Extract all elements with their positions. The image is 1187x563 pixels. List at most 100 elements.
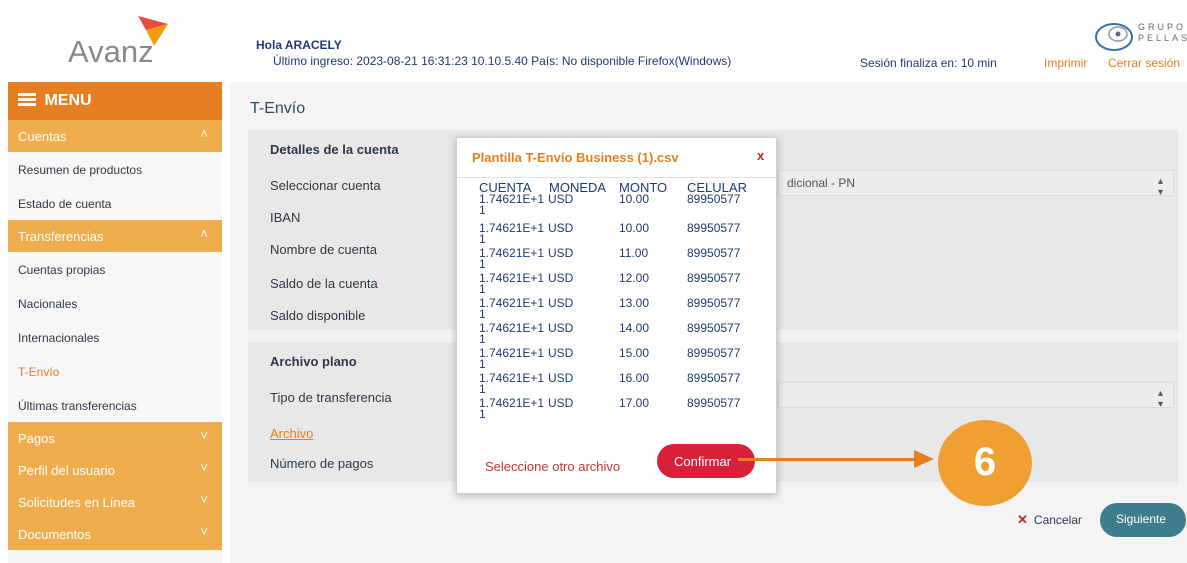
next-button[interactable]: Siguiente bbox=[1100, 503, 1186, 537]
hamburger-icon bbox=[18, 93, 36, 106]
sidebar-item-ultimas[interactable]: Últimas transferencias bbox=[8, 388, 222, 422]
modal-title: Plantilla T-Envío Business (1).csv bbox=[472, 150, 679, 165]
csv-cell-account-suffix: 1 bbox=[479, 232, 486, 246]
grupo-pellas-icon bbox=[1095, 23, 1133, 51]
csv-cell-amount: 12.00 bbox=[619, 271, 650, 285]
annotation-arrow-head-icon bbox=[914, 450, 934, 468]
sidebar-item-internacionales[interactable]: Internacionales bbox=[8, 320, 222, 354]
csv-cell-amount: 14.00 bbox=[619, 321, 650, 335]
sidebar-item-propias[interactable]: Cuentas propias bbox=[8, 252, 222, 286]
csv-cell-currency: USD bbox=[548, 296, 574, 310]
logout-link[interactable]: Cerrar sesión bbox=[1108, 56, 1180, 70]
modal-close-button[interactable]: x bbox=[757, 148, 764, 163]
csv-cell-phone: 89950577 bbox=[687, 371, 741, 385]
csv-cell-account: 1.74621E+1 bbox=[479, 246, 545, 260]
csv-cell-phone: 89950577 bbox=[687, 296, 741, 310]
last-login-info: Último ingreso: 2023-08-21 16:31:23 10.1… bbox=[273, 54, 732, 68]
sidebar-item-estado[interactable]: Estado de cuenta bbox=[8, 186, 222, 220]
csv-cell-currency: USD bbox=[548, 396, 574, 410]
sidebar-section-cuentas[interactable]: Cuentas ˄ bbox=[8, 120, 222, 152]
csv-cell-account-suffix: 1 bbox=[479, 332, 486, 346]
csv-cell-currency: USD bbox=[548, 321, 574, 335]
file-panel-title: Archivo plano bbox=[270, 354, 357, 369]
csv-cell-phone: 89950577 bbox=[687, 396, 741, 410]
sidebar-section-solicitudes[interactable]: Solicitudes en Línea ˅ bbox=[8, 486, 222, 518]
csv-cell-currency: USD bbox=[548, 246, 574, 260]
greeting: Hola ARACELY bbox=[256, 38, 342, 52]
csv-cell-phone: 89950577 bbox=[687, 192, 741, 206]
close-icon: ✕ bbox=[1017, 512, 1028, 527]
chevron-up-icon: ˄ bbox=[200, 126, 208, 141]
label-available-balance: Saldo disponible bbox=[270, 308, 366, 323]
sidebar: MENU Cuentas ˄ Resumen de productos Esta… bbox=[8, 82, 222, 563]
csv-cell-amount: 10.00 bbox=[619, 192, 650, 206]
page-title: T-Envío bbox=[250, 100, 306, 117]
csv-cell-amount: 13.00 bbox=[619, 296, 650, 310]
csv-cell-account-suffix: 1 bbox=[479, 203, 486, 217]
csv-cell-amount: 10.00 bbox=[619, 221, 650, 235]
label-select-account: Seleccionar cuenta bbox=[270, 178, 381, 193]
csv-cell-account-suffix: 1 bbox=[479, 307, 486, 321]
transfer-type-select[interactable]: ▴ ▾ bbox=[778, 382, 1174, 410]
file-link[interactable]: Archivo bbox=[270, 426, 313, 441]
chevron-down-icon: ˅ bbox=[200, 460, 208, 475]
csv-cell-account: 1.74621E+1 bbox=[479, 221, 545, 235]
avanz-logo: Avanz bbox=[60, 14, 180, 74]
cancel-button[interactable]: ✕ Cancelar bbox=[1017, 512, 1082, 528]
csv-cell-phone: 89950577 bbox=[687, 221, 741, 235]
csv-cell-amount: 15.00 bbox=[619, 346, 650, 360]
group-logo-text: GRUPO PELLAS bbox=[1138, 22, 1187, 43]
csv-cell-account-suffix: 1 bbox=[479, 282, 486, 296]
sidebar-section-pagos[interactable]: Pagos ˅ bbox=[8, 422, 222, 454]
name-redaction bbox=[346, 34, 434, 50]
annotation-arrow-line bbox=[738, 458, 920, 461]
grupo-pellas-logo: GRUPO PELLAS bbox=[1094, 20, 1187, 54]
label-transfer-type: Tipo de transferencia bbox=[270, 390, 392, 405]
step-number-badge: 6 bbox=[938, 420, 1032, 506]
csv-preview-modal: Plantilla T-Envío Business (1).csv x CUE… bbox=[456, 137, 777, 494]
select-arrows-icon: ▴ ▾ bbox=[1157, 176, 1163, 198]
select-arrows-icon: ▴ ▾ bbox=[1157, 388, 1163, 410]
account-select[interactable]: dicional - PN ▴ ▾ bbox=[778, 170, 1174, 198]
menu-header[interactable]: MENU bbox=[8, 82, 222, 120]
csv-cell-amount: 17.00 bbox=[619, 396, 650, 410]
csv-cell-account: 1.74621E+1 bbox=[479, 396, 545, 410]
chevron-up-icon: ˄ bbox=[200, 226, 208, 241]
sidebar-item-nacionales[interactable]: Nacionales bbox=[8, 286, 222, 320]
csv-cell-account-suffix: 1 bbox=[479, 407, 486, 421]
label-account-balance: Saldo de la cuenta bbox=[270, 276, 378, 291]
print-link[interactable]: Imprimir bbox=[1044, 56, 1087, 70]
confirm-button[interactable]: Confirmar bbox=[657, 444, 755, 478]
csv-cell-currency: USD bbox=[548, 192, 574, 206]
label-iban: IBAN bbox=[270, 210, 301, 225]
label-account-name: Nombre de cuenta bbox=[270, 242, 377, 257]
sidebar-section-perfil[interactable]: Perfil del usuario ˅ bbox=[8, 454, 222, 486]
modal-header: Plantilla T-Envío Business (1).csv x bbox=[457, 138, 776, 178]
chevron-down-icon: ˅ bbox=[200, 524, 208, 539]
csv-cell-account: 1.74621E+1 bbox=[479, 192, 545, 206]
csv-cell-account: 1.74621E+1 bbox=[479, 371, 545, 385]
sidebar-item-tenvio[interactable]: T-Envío bbox=[8, 354, 222, 388]
csv-cell-phone: 89950577 bbox=[687, 271, 741, 285]
csv-cell-amount: 11.00 bbox=[619, 246, 649, 260]
csv-cell-account: 1.74621E+1 bbox=[479, 321, 545, 335]
session-timer: Sesión finaliza en: 10 min bbox=[860, 56, 997, 70]
csv-cell-account: 1.74621E+1 bbox=[479, 346, 545, 360]
account-select-value: dicional - PN bbox=[787, 176, 856, 190]
sidebar-section-documentos[interactable]: Documentos ˅ bbox=[8, 518, 222, 550]
csv-cell-account-suffix: 1 bbox=[479, 257, 486, 271]
select-other-file-button[interactable]: Seleccione otro archivo bbox=[485, 459, 620, 474]
csv-cell-currency: USD bbox=[548, 271, 574, 285]
label-payments-count: Número de pagos bbox=[270, 456, 374, 471]
csv-cell-currency: USD bbox=[548, 371, 574, 385]
csv-cell-account-suffix: 1 bbox=[479, 357, 486, 371]
sidebar-item-resumen[interactable]: Resumen de productos bbox=[8, 152, 222, 186]
csv-cell-phone: 89950577 bbox=[687, 346, 741, 360]
csv-cell-phone: 89950577 bbox=[687, 321, 741, 335]
chevron-down-icon: ˅ bbox=[200, 492, 208, 507]
csv-cell-account: 1.74621E+1 bbox=[479, 271, 545, 285]
csv-cell-account: 1.74621E+1 bbox=[479, 296, 545, 310]
logo-mark-icon bbox=[138, 16, 168, 46]
csv-cell-phone: 89950577 bbox=[687, 246, 741, 260]
sidebar-section-transferencias[interactable]: Transferencias ˄ bbox=[8, 220, 222, 252]
